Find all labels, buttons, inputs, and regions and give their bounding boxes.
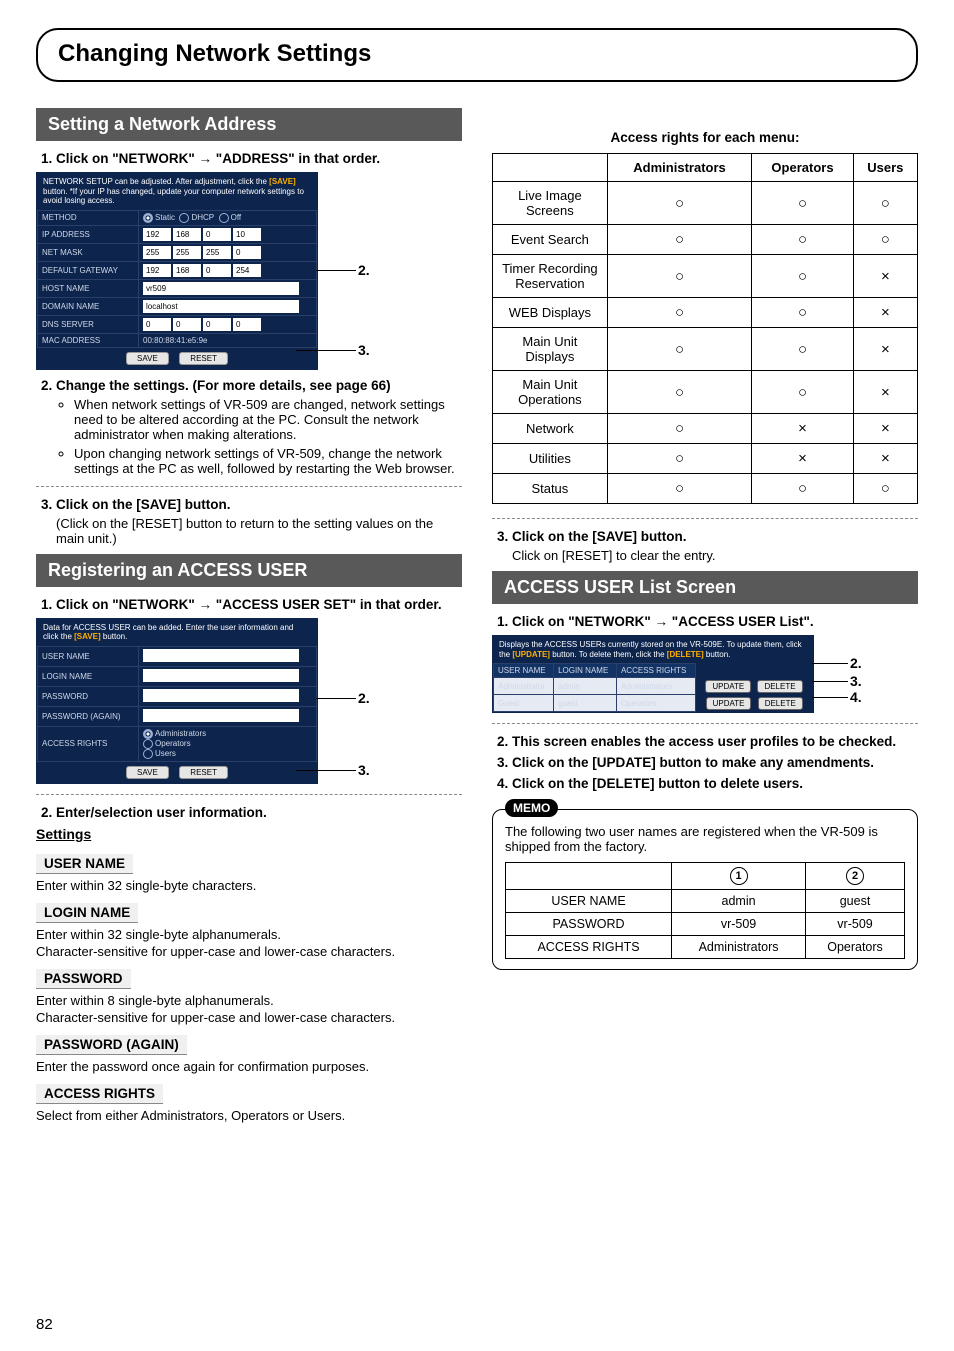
reset-button[interactable]: RESET — [179, 352, 228, 365]
field-password-again: PASSWORD (AGAIN) — [36, 1035, 187, 1055]
field-password: PASSWORD — [36, 969, 131, 989]
save-button[interactable]: SAVE — [126, 766, 169, 779]
reg-step-1: Click on "NETWORK" → "ACCESS USER SET" i… — [56, 597, 462, 612]
delete-button[interactable]: DELETE — [758, 697, 803, 710]
section-setting-network-address: Setting a Network Address — [36, 108, 462, 141]
table-row: WEB Displays○○× — [493, 298, 918, 328]
update-button[interactable]: UPDATE — [706, 697, 752, 710]
delete-button[interactable]: DELETE — [757, 680, 802, 693]
step-1-network-address: Click on "NETWORK" → "ADDRESS" in that o… — [56, 151, 462, 166]
step-3-save: Click on the [SAVE] button. (Click on th… — [56, 497, 462, 546]
reg-step-2: Enter/selection user information. — [56, 805, 462, 820]
callout-2: 2. — [358, 690, 370, 706]
callout-2: 2. — [850, 655, 862, 671]
field-login-name: LOGIN NAME — [36, 903, 138, 923]
callout-3: 3. — [850, 673, 862, 689]
right-step-3-save: Click on the [SAVE] button. Click on [RE… — [512, 529, 918, 563]
field-access-rights: ACCESS RIGHTS — [36, 1084, 163, 1104]
screenshot-access-user-list: Displays the ACCESS USERs currently stor… — [492, 635, 918, 713]
divider — [36, 794, 462, 795]
settings-heading: Settings — [36, 826, 462, 842]
table-row: ACCESS RIGHTSAdministratorsOperators — [506, 936, 905, 959]
page-number: 82 — [36, 1316, 53, 1333]
list-step-2: This screen enables the access user prof… — [512, 734, 918, 749]
table-row: PASSWORDvr-509vr-509 — [506, 913, 905, 936]
update-button[interactable]: UPDATE — [705, 680, 751, 693]
table-row: Status○○○ — [493, 474, 918, 504]
table-row: Event Search○○○ — [493, 225, 918, 255]
memo-tag: MEMO — [505, 799, 558, 817]
page-title-bubble: Changing Network Settings — [36, 28, 918, 82]
table-row: Timer Recording Reservation○○× — [493, 255, 918, 298]
callout-3: 3. — [358, 762, 370, 778]
memo-text: The following two user names are registe… — [505, 824, 905, 854]
list-step-3: Click on the [UPDATE] button to make any… — [512, 755, 918, 770]
callout-4: 4. — [850, 689, 862, 705]
page-title: Changing Network Settings — [58, 40, 896, 68]
list-step-1: Click on "NETWORK" → "ACCESS USER List". — [512, 614, 918, 629]
divider — [492, 723, 918, 724]
table-row: Main Unit Displays○○× — [493, 328, 918, 371]
rights-heading: Access rights for each menu: — [492, 130, 918, 145]
table-row: Network○×× — [493, 414, 918, 444]
callout-3: 3. — [358, 342, 370, 358]
section-access-user-list: ACCESS USER List Screen — [492, 571, 918, 604]
list-step-4: Click on the [DELETE] button to delete u… — [512, 776, 918, 791]
screenshot-network-setup: NETWORK SETUP can be adjusted. After adj… — [36, 172, 462, 370]
screenshot-access-user-set: Data for ACCESS USER can be added. Enter… — [36, 618, 462, 784]
reset-button[interactable]: RESET — [179, 766, 228, 779]
right-column: Access rights for each menu: Administrat… — [492, 100, 918, 1125]
circled-2: 2 — [846, 867, 864, 885]
save-button[interactable]: SAVE — [126, 352, 169, 365]
section-registering-access-user: Registering an ACCESS USER — [36, 554, 462, 587]
field-user-name: USER NAME — [36, 854, 133, 874]
table-row: Live Image Screens○○○ — [493, 182, 918, 225]
circled-1: 1 — [730, 867, 748, 885]
table-row: USER NAMEadminguest — [506, 890, 905, 913]
access-rights-table: Administrators Operators Users Live Imag… — [492, 153, 918, 504]
divider — [36, 486, 462, 487]
step-2-change-settings: Change the settings. (For more details, … — [56, 378, 462, 476]
factory-defaults-table: 1 2 USER NAMEadminguest PASSWORDvr-509vr… — [505, 862, 905, 959]
callout-2: 2. — [358, 262, 370, 278]
left-column: Setting a Network Address Click on "NETW… — [36, 100, 462, 1125]
memo-box: MEMO The following two user names are re… — [492, 809, 918, 970]
divider — [492, 518, 918, 519]
table-row: Main Unit Operations○○× — [493, 371, 918, 414]
table-row: Utilities○×× — [493, 444, 918, 474]
